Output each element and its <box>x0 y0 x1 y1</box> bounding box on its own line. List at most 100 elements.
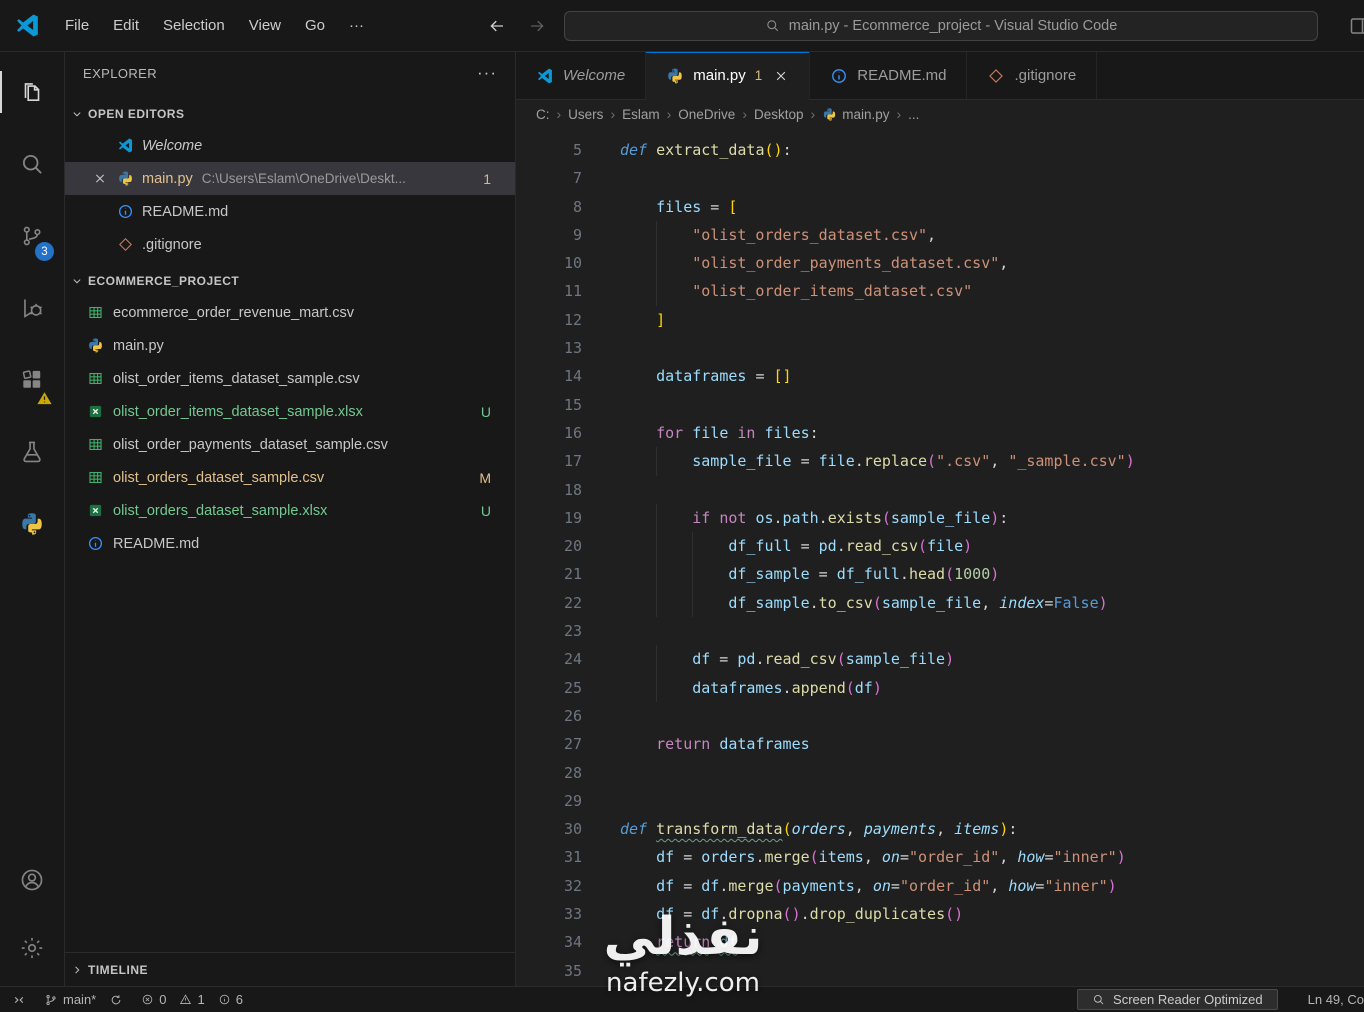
branch-icon <box>44 993 58 1007</box>
timeline-section-header[interactable]: TIMELINE <box>65 952 515 986</box>
breadcrumb-item[interactable]: OneDrive <box>678 107 735 122</box>
file-item[interactable]: olist_orders_dataset_sample.xlsx U <box>65 494 515 527</box>
testing-icon <box>19 439 45 465</box>
code-line[interactable]: 13 <box>516 334 1364 362</box>
tab-README.md[interactable]: README.md <box>810 52 968 99</box>
code-line[interactable]: 32 df = df.merge(payments, on="order_id"… <box>516 872 1364 900</box>
close-icon[interactable] <box>83 171 117 186</box>
code-line[interactable]: 26 <box>516 702 1364 730</box>
forward-arrow-icon[interactable] <box>528 17 546 35</box>
activity-explorer-button[interactable] <box>0 56 64 128</box>
code-line[interactable]: 11 "olist_order_items_dataset.csv" <box>516 277 1364 306</box>
code-line[interactable]: 33 df = df.dropna().drop_duplicates() <box>516 900 1364 928</box>
file-item[interactable]: olist_orders_dataset_sample.csv M <box>65 461 515 494</box>
code-line[interactable]: 28 <box>516 759 1364 787</box>
code-text: df_sample.to_csv(sample_file, index=Fals… <box>620 588 1108 618</box>
file-item[interactable]: main.py <box>65 329 515 362</box>
file-item[interactable]: olist_order_items_dataset_sample.xlsx U <box>65 395 515 428</box>
breadcrumb: C: › Users › Eslam › OneDrive › Desktop › main.py ›… <box>516 100 1364 128</box>
line-number: 10 <box>563 254 582 273</box>
remote-indicator[interactable] <box>12 993 26 1007</box>
code-line[interactable]: 30 def transform_data(orders, payments, i… <box>516 815 1364 843</box>
code-line[interactable]: 23 <box>516 617 1364 645</box>
breadcrumb-item[interactable]: Users <box>568 107 603 122</box>
open-editor-item[interactable]: Welcome <box>65 129 515 162</box>
open-editor-item[interactable]: .gitignore <box>65 228 515 261</box>
code-line[interactable]: 21 df_sample = df_full.head(1000) <box>516 560 1364 589</box>
problems-status[interactable]: 0 1 6 <box>141 992 243 1007</box>
activity-run-debug-button[interactable] <box>0 272 64 344</box>
screen-reader-toggle[interactable]: Screen Reader Optimized <box>1077 989 1278 1010</box>
menu-edit[interactable]: Edit <box>101 12 151 39</box>
line-number: 33 <box>563 905 582 924</box>
activity-account-button[interactable] <box>0 846 64 914</box>
menu-go[interactable]: Go <box>293 12 337 39</box>
indent-guide <box>656 277 693 306</box>
code-line[interactable]: 31 df = orders.merge(items, on="order_id… <box>516 843 1364 871</box>
activity-python-button[interactable] <box>0 488 64 560</box>
code-line[interactable]: 10 "olist_order_payments_dataset.csv", <box>516 249 1364 278</box>
activity-extensions-button[interactable] <box>0 344 64 416</box>
code-line[interactable]: 9 "olist_orders_dataset.csv", <box>516 220 1364 250</box>
tab-.gitignore[interactable]: .gitignore <box>967 52 1098 99</box>
breadcrumb-item[interactable]: main.py <box>822 107 889 122</box>
git-status-badge: U <box>480 403 491 420</box>
csv-icon <box>87 469 112 486</box>
code-line[interactable]: 20 df_full = pd.read_csv(file) <box>516 532 1364 561</box>
code-line[interactable]: 22 df_sample.to_csv(sample_file, index=F… <box>516 588 1364 618</box>
line-number: 28 <box>563 763 582 782</box>
layout-icon[interactable] <box>1348 14 1364 38</box>
code-line[interactable]: 5 def extract_data(): <box>516 136 1364 164</box>
activity-source-control-button[interactable]: 3 <box>0 200 64 272</box>
code-line[interactable]: 29 <box>516 787 1364 815</box>
breadcrumb-label: main.py <box>842 106 890 122</box>
code-line[interactable]: 27 return dataframes <box>516 730 1364 758</box>
menu-file[interactable]: File <box>53 12 101 39</box>
menu-selection[interactable]: Selection <box>151 12 237 39</box>
file-label: README.md <box>113 535 200 552</box>
file-item[interactable]: ecommerce_order_revenue_mart.csv <box>65 296 515 329</box>
code-line[interactable]: 19 if not os.path.exists(sample_file): <box>516 503 1364 533</box>
code-line[interactable]: 8 files = [ <box>516 193 1364 221</box>
python-icon <box>666 67 684 85</box>
activity-testing-button[interactable] <box>0 416 64 488</box>
branch-status[interactable]: main* <box>44 992 123 1007</box>
project-section-header[interactable]: ECOMMERCE_PROJECT <box>65 266 515 296</box>
code-line[interactable]: 7 <box>516 164 1364 192</box>
code-line[interactable]: 17 sample_file = file.replace(".csv", "_… <box>516 447 1364 476</box>
breadcrumb-separator: › <box>556 106 562 122</box>
code-line[interactable]: 24 df = pd.read_csv(sample_file) <box>516 645 1364 674</box>
activity-settings-button[interactable] <box>0 914 64 982</box>
open-editors-section-header[interactable]: OPEN EDITORS <box>65 99 515 129</box>
cursor-position[interactable]: Ln 49, Co <box>1308 992 1364 1007</box>
file-item[interactable]: olist_order_payments_dataset_sample.csv <box>65 428 515 461</box>
file-item[interactable]: olist_order_items_dataset_sample.csv <box>65 362 515 395</box>
code-line[interactable]: 35 <box>516 957 1364 985</box>
file-item[interactable]: README.md <box>65 527 515 560</box>
open-editor-item[interactable]: main.py C:\Users\Eslam\OneDrive\Deskt... 1 <box>65 162 515 195</box>
sync-icon[interactable] <box>109 993 123 1007</box>
menu-view[interactable]: View <box>237 12 293 39</box>
breadcrumb-item[interactable]: Eslam <box>622 107 660 122</box>
code-line[interactable]: 12 ] <box>516 306 1364 334</box>
menu-more-button[interactable]: ··· <box>337 12 376 39</box>
tab-Welcome[interactable]: Welcome <box>516 52 647 99</box>
code-line[interactable]: 25 dataframes.append(df) <box>516 673 1364 702</box>
breadcrumb-item[interactable]: C: <box>536 107 550 122</box>
command-center[interactable]: main.py - Ecommerce_project - Visual Stu… <box>564 10 1318 41</box>
back-arrow-icon[interactable] <box>488 17 506 35</box>
code-line[interactable]: 14 dataframes = [] <box>516 362 1364 390</box>
code-editor[interactable]: 5 def extract_data(): 7 8 files = [9 "olist… <box>516 128 1364 986</box>
close-icon[interactable] <box>773 68 789 84</box>
breadcrumb-item[interactable]: Desktop <box>754 107 804 122</box>
breadcrumb-label: Eslam <box>622 106 660 122</box>
explorer-actions-button[interactable]: ··· <box>477 63 497 83</box>
code-line[interactable]: 18 <box>516 476 1364 504</box>
code-line[interactable]: 15 <box>516 391 1364 419</box>
open-editor-item[interactable]: README.md <box>65 195 515 228</box>
breadcrumb-item[interactable]: ... <box>908 107 919 122</box>
code-line[interactable]: 16 for file in files: <box>516 419 1364 447</box>
activity-search-button[interactable] <box>0 128 64 200</box>
code-line[interactable]: 34 return df <box>516 928 1364 956</box>
tab-main.py[interactable]: main.py 1 <box>646 52 811 100</box>
